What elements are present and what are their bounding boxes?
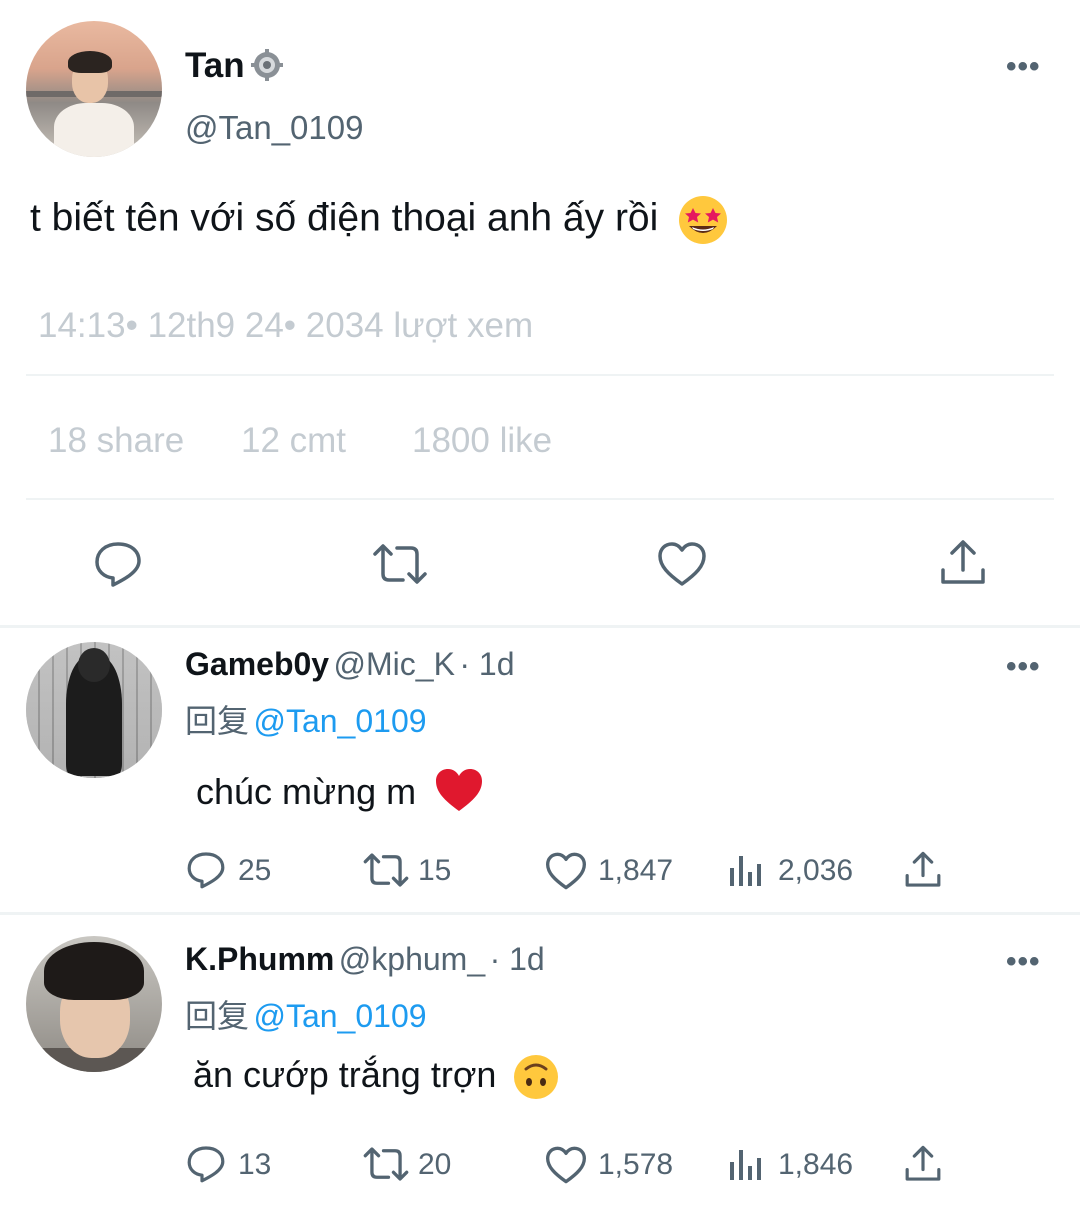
like-icon[interactable] — [656, 540, 708, 588]
tweet-text-content: t biết tên với số điện thoại anh ấy rồi — [30, 196, 659, 240]
star-struck-emoji — [679, 196, 728, 244]
replying-to-label: 回复 — [185, 998, 250, 1034]
author-handle[interactable]: @Tan_0109 — [185, 109, 363, 147]
retweet-count: 15 — [418, 854, 452, 887]
views-icon[interactable] — [728, 852, 764, 888]
retweet-count: 20 — [418, 1148, 452, 1181]
reply-age: · 1d — [489, 941, 545, 977]
retweet-icon[interactable] — [362, 850, 410, 890]
reply-author-handle[interactable]: @kphum_ — [339, 941, 485, 977]
more-icon[interactable]: ••• — [1006, 650, 1041, 684]
tweet-text: t biết tên với số điện thoại anh ấy rồi — [30, 196, 728, 244]
reply-avatar[interactable] — [26, 936, 162, 1072]
reply-icon[interactable] — [186, 850, 226, 890]
reply-header: Gameb0y @Mic_K · 1d — [185, 646, 515, 683]
reply-icon[interactable] — [186, 1144, 226, 1184]
divider — [0, 625, 1080, 628]
reply-icon[interactable] — [93, 540, 143, 588]
more-icon[interactable]: ••• — [1006, 50, 1041, 84]
upside-down-face-emoji — [514, 1055, 559, 1100]
views-count: 2,036 — [778, 854, 854, 887]
divider — [0, 912, 1080, 915]
comment-count[interactable]: 12 cmt — [241, 421, 346, 461]
reply-text: chúc mừng m — [196, 768, 484, 821]
divider — [26, 498, 1054, 500]
reply-count: 25 — [238, 854, 272, 887]
share-icon[interactable] — [904, 1144, 942, 1184]
retweet-icon[interactable] — [362, 1144, 410, 1184]
retweet-icon[interactable] — [371, 540, 429, 588]
replying-to-link[interactable]: @Tan_0109 — [253, 998, 426, 1034]
replying-to-link[interactable]: @Tan_0109 — [253, 703, 426, 739]
share-icon[interactable] — [904, 850, 942, 890]
reply-text-content: ăn cướp trắng trợn — [193, 1054, 497, 1095]
replying-to-label: 回复 — [185, 703, 250, 739]
reply-header: K.Phumm @kphum_ · 1d — [185, 941, 545, 978]
reply-count: 13 — [238, 1148, 272, 1181]
author-name[interactable]: Tan — [185, 46, 245, 86]
like-count[interactable]: 1800 like — [412, 421, 552, 461]
replying-to: 回复 @Tan_0109 — [185, 696, 427, 742]
like-count: 1,847 — [598, 854, 674, 887]
tweet-meta: 14:13• 12th9 24• 2034 lượt xem — [38, 306, 534, 345]
reply-text-content: chúc mừng m — [196, 771, 417, 813]
reply-text: ăn cướp trắng trợn — [193, 1054, 559, 1100]
like-icon[interactable] — [544, 851, 588, 891]
red-heart-emoji — [434, 768, 484, 821]
more-icon[interactable]: ••• — [1006, 945, 1041, 979]
reply-avatar[interactable] — [26, 642, 162, 778]
share-count[interactable]: 18 share — [48, 421, 184, 461]
reply-author-name[interactable]: Gameb0y — [185, 646, 329, 682]
views-icon[interactable] — [728, 1146, 764, 1182]
like-icon[interactable] — [544, 1145, 588, 1185]
gear-icon — [250, 48, 284, 82]
replying-to: 回复 @Tan_0109 — [185, 991, 427, 1037]
reply-age: · 1d — [459, 646, 515, 682]
author-avatar[interactable] — [26, 21, 162, 157]
divider — [26, 374, 1054, 376]
views-count: 1,846 — [778, 1148, 854, 1181]
reply-author-name[interactable]: K.Phumm — [185, 941, 334, 977]
like-count: 1,578 — [598, 1148, 674, 1181]
reply-author-handle[interactable]: @Mic_K — [334, 646, 455, 682]
share-icon[interactable] — [939, 538, 987, 588]
